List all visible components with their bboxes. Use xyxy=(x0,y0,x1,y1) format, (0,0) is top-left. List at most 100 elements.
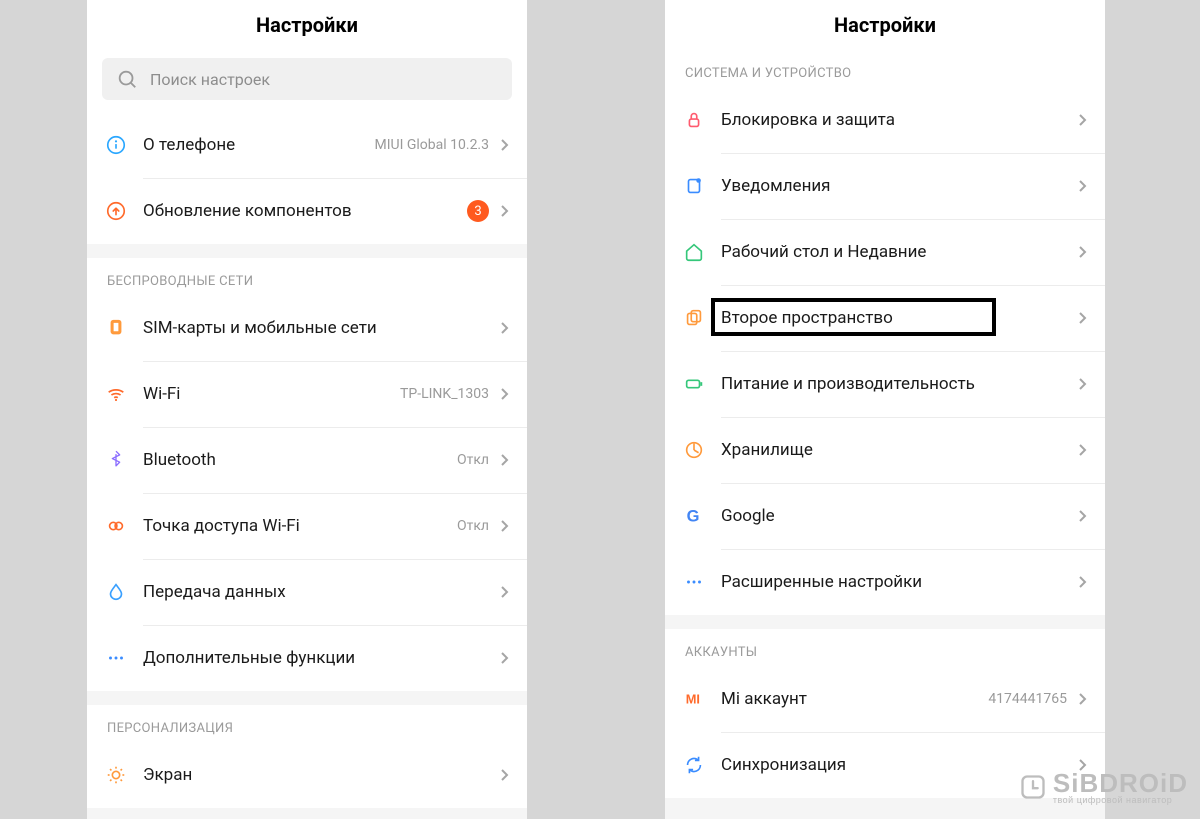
chevron-right-icon xyxy=(1077,113,1087,127)
sun-icon xyxy=(105,764,127,786)
settings-item-label: Расширенные настройки xyxy=(721,572,1067,592)
page-title: Настройки xyxy=(665,0,1105,50)
settings-item-label: SIM-карты и мобильные сети xyxy=(143,318,489,338)
battery-icon xyxy=(683,373,705,395)
storage-icon xyxy=(683,439,705,461)
settings-item-label: Google xyxy=(721,506,1067,526)
settings-group: АККАУНТЫ MI Mi аккаунт 4174441765 Синхрониза… xyxy=(665,629,1105,798)
dots-icon xyxy=(105,647,127,669)
settings-item-advanced[interactable]: Расширенные настройки xyxy=(665,549,1105,615)
chevron-right-icon xyxy=(499,519,509,533)
update-badge: 3 xyxy=(467,200,489,222)
settings-item-label: Блокировка и защита xyxy=(721,110,1067,130)
settings-item-label: Экран xyxy=(143,765,489,785)
svg-text:MI: MI xyxy=(686,692,700,707)
settings-item-label: Дополнительные функции xyxy=(143,648,489,668)
settings-item-label: Mi аккаунт xyxy=(721,689,978,709)
settings-item-label: Wi-Fi xyxy=(143,384,390,404)
settings-item-value: 4174441765 xyxy=(988,691,1067,707)
settings-item-value: Откл xyxy=(457,518,489,534)
settings-item-sync[interactable]: Синхронизация xyxy=(665,732,1105,798)
settings-item-wifi[interactable]: Wi-Fi TP-LINK_1303 xyxy=(87,361,527,427)
group-header: БЕСПРОВОДНЫЕ СЕТИ xyxy=(87,258,527,295)
settings-item-hotspot[interactable]: Точка доступа Wi-Fi Откл xyxy=(87,493,527,559)
chevron-right-icon xyxy=(1077,575,1087,589)
settings-item-google[interactable]: G Google xyxy=(665,483,1105,549)
chevron-right-icon xyxy=(499,321,509,335)
google-icon: G xyxy=(683,505,705,527)
settings-item-label: Точка доступа Wi-Fi xyxy=(143,516,447,536)
settings-item-update[interactable]: Обновление компонентов 3 xyxy=(87,178,527,244)
search-placeholder: Поиск настроек xyxy=(150,70,270,89)
wifi-icon xyxy=(105,383,127,405)
update-icon xyxy=(105,200,127,222)
chevron-right-icon xyxy=(499,387,509,401)
settings-group: ПЕРСОНАЛИЗАЦИЯ Экран xyxy=(87,705,527,808)
home-icon xyxy=(683,241,705,263)
phone-screenshot-left: Настройки Поиск настроек О телефоне MIUI … xyxy=(87,0,527,819)
settings-item-label: Bluetooth xyxy=(143,450,447,470)
settings-item-label: Синхронизация xyxy=(721,755,1067,775)
dots-icon xyxy=(683,571,705,593)
chevron-right-icon xyxy=(499,138,509,152)
chevron-right-icon xyxy=(499,768,509,782)
group-top: О телефоне MIUI Global 10.2.3 Обновление к… xyxy=(87,112,527,244)
search-icon xyxy=(116,68,138,90)
search-container: Поиск настроек xyxy=(87,50,527,112)
chevron-right-icon xyxy=(1077,758,1087,772)
settings-item-label: Уведомления xyxy=(721,176,1067,196)
settings-item-about[interactable]: О телефоне MIUI Global 10.2.3 xyxy=(87,112,527,178)
settings-group: СИСТЕМА И УСТРОЙСТВО Блокировка и защита У… xyxy=(665,50,1105,615)
settings-item-lock[interactable]: Блокировка и защита xyxy=(665,87,1105,153)
settings-group: БЕСПРОВОДНЫЕ СЕТИ SIM-карты и мобильные с… xyxy=(87,258,527,691)
drop-icon xyxy=(105,581,127,603)
sim-icon xyxy=(105,317,127,339)
settings-item-label: О телефоне xyxy=(143,135,364,155)
settings-item-value: Откл xyxy=(457,452,489,468)
svg-text:G: G xyxy=(687,508,700,526)
page-title: Настройки xyxy=(87,0,527,50)
chevron-right-icon xyxy=(499,585,509,599)
settings-item-data[interactable]: Передача данных xyxy=(87,559,527,625)
settings-item-storage[interactable]: Хранилище xyxy=(665,417,1105,483)
group-header: ПЕРСОНАЛИЗАЦИЯ xyxy=(87,705,527,742)
settings-item-sim[interactable]: SIM-карты и мобильные сети xyxy=(87,295,527,361)
chevron-right-icon xyxy=(499,453,509,467)
settings-item-launcher[interactable]: Рабочий стол и Недавние xyxy=(665,219,1105,285)
settings-item-label: Обновление компонентов xyxy=(143,201,459,221)
settings-item-label: Рабочий стол и Недавние xyxy=(721,242,1067,262)
lock-icon xyxy=(683,109,705,131)
group-header: СИСТЕМА И УСТРОЙСТВО xyxy=(665,50,1105,87)
settings-item-value: TP-LINK_1303 xyxy=(400,386,489,402)
settings-item-mi[interactable]: MI Mi аккаунт 4174441765 xyxy=(665,666,1105,732)
settings-item-battery[interactable]: Питание и производительность xyxy=(665,351,1105,417)
group-header: АККАУНТЫ xyxy=(665,629,1105,666)
chevron-right-icon xyxy=(1077,245,1087,259)
mi-icon: MI xyxy=(683,688,705,710)
notif-icon xyxy=(683,175,705,197)
chevron-right-icon xyxy=(1077,692,1087,706)
chevron-right-icon xyxy=(499,651,509,665)
settings-item-bt[interactable]: Bluetooth Откл xyxy=(87,427,527,493)
chevron-right-icon xyxy=(1077,509,1087,523)
settings-item-label: Питание и производительность xyxy=(721,374,1067,394)
search-input[interactable]: Поиск настроек xyxy=(102,58,512,100)
info-icon xyxy=(105,134,127,156)
settings-item-label: Передача данных xyxy=(143,582,489,602)
bt-icon xyxy=(105,449,127,471)
chevron-right-icon xyxy=(1077,179,1087,193)
chevron-right-icon xyxy=(499,204,509,218)
settings-item-label: Второе пространство xyxy=(721,308,1067,328)
settings-item-display[interactable]: Экран xyxy=(87,742,527,808)
dual-icon xyxy=(683,307,705,329)
phone-screenshot-right: Настройки СИСТЕМА И УСТРОЙСТВО Блокировка… xyxy=(665,0,1105,819)
chevron-right-icon xyxy=(1077,443,1087,457)
sync-icon xyxy=(683,754,705,776)
settings-item-label: Хранилище xyxy=(721,440,1067,460)
settings-item-notif[interactable]: Уведомления xyxy=(665,153,1105,219)
settings-item-second[interactable]: Второе пространство xyxy=(665,285,1105,351)
hotspot-icon xyxy=(105,515,127,537)
chevron-right-icon xyxy=(1077,311,1087,325)
settings-item-value: MIUI Global 10.2.3 xyxy=(374,137,489,153)
settings-item-morenet[interactable]: Дополнительные функции xyxy=(87,625,527,691)
